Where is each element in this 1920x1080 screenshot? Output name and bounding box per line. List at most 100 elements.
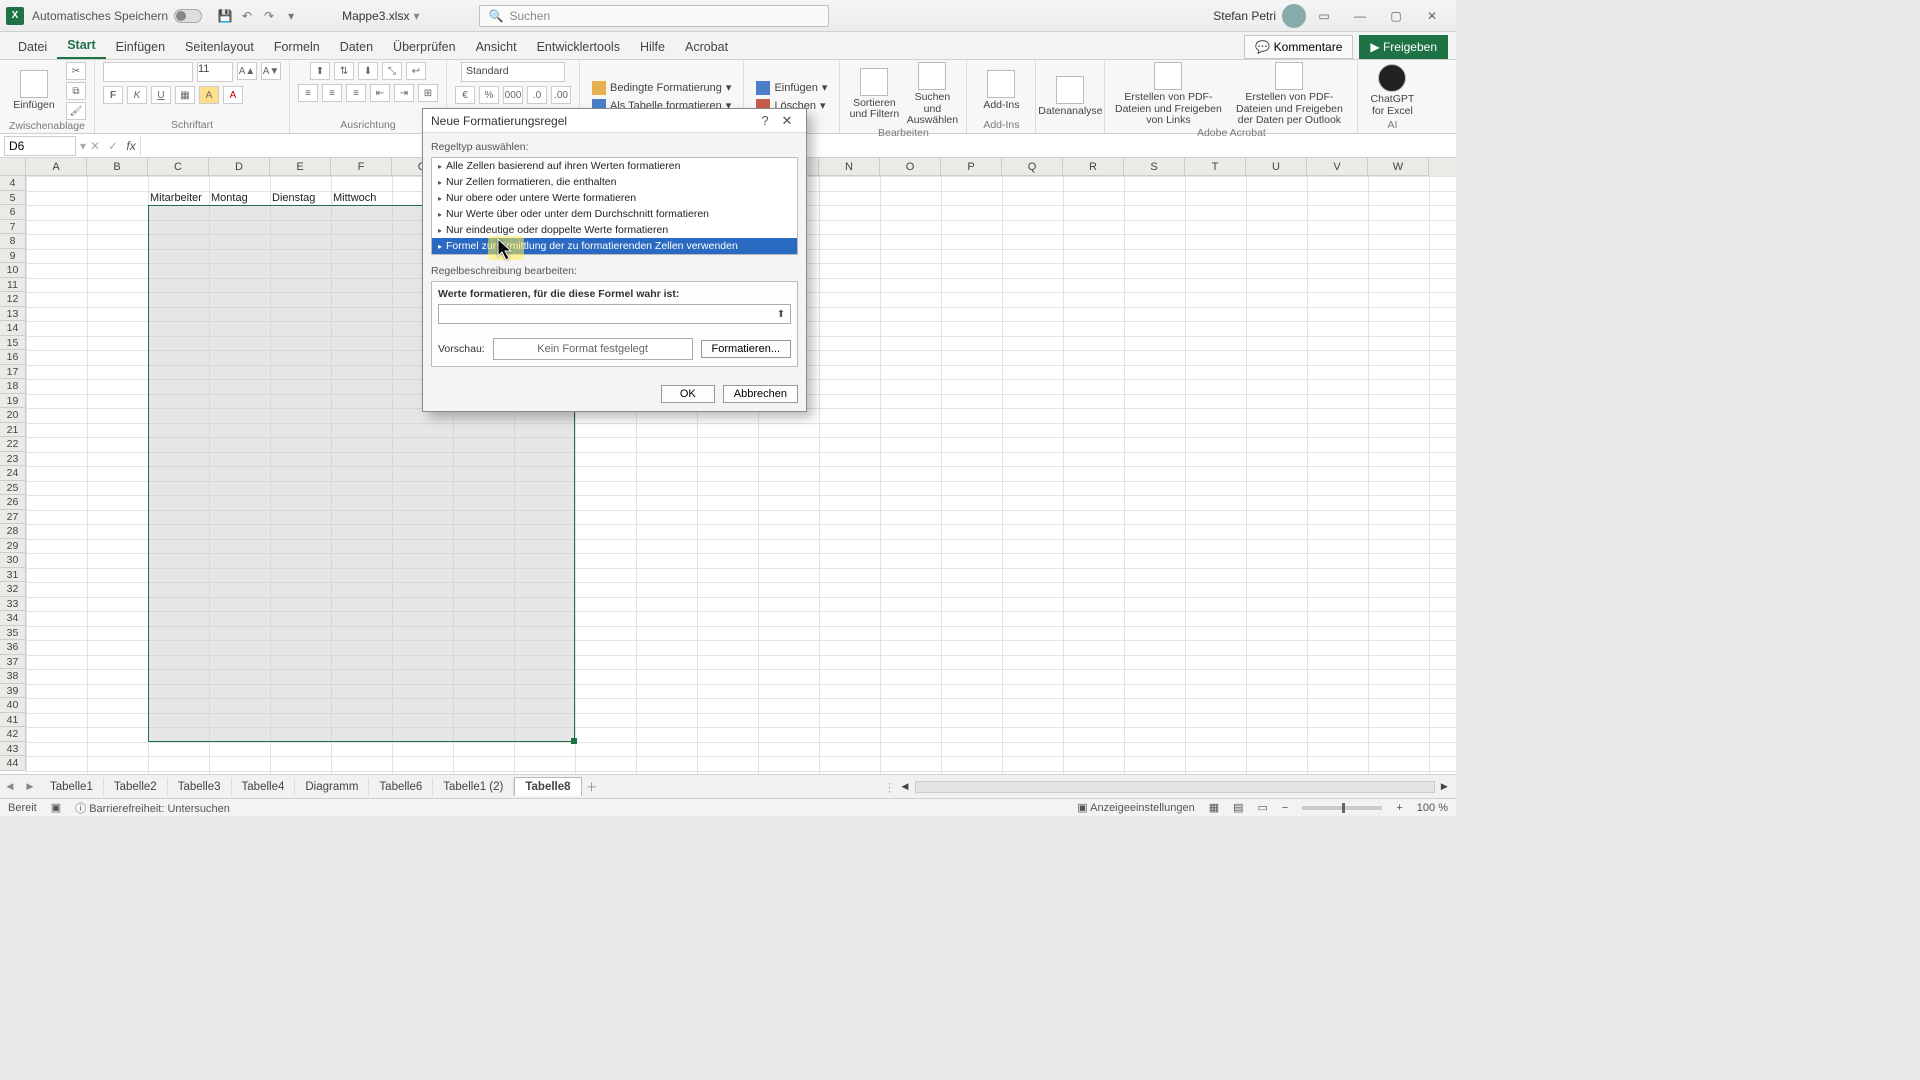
sheet-nav-next-icon[interactable]: ► (20, 781, 40, 793)
minimize-icon[interactable]: — (1342, 9, 1378, 23)
col-header-D[interactable]: D (209, 158, 270, 176)
format-button[interactable]: Formatieren... (701, 340, 791, 358)
share-button[interactable]: ▶ Freigeben (1359, 35, 1448, 59)
horizontal-scrollbar[interactable]: ⋮ ◄ ► (602, 780, 1456, 794)
orientation-icon[interactable]: ⤡ (382, 62, 402, 80)
rule-type-item[interactable]: Nur Werte über oder unter dem Durchschni… (432, 206, 797, 222)
align-left-icon[interactable]: ≡ (298, 84, 318, 102)
row-header[interactable]: 20 (0, 408, 26, 423)
scroll-right-icon[interactable]: ► (1439, 781, 1450, 793)
tab-datei[interactable]: Datei (8, 35, 57, 59)
row-header[interactable]: 41 (0, 713, 26, 728)
name-box[interactable]: D6 (4, 136, 76, 156)
align-top-icon[interactable]: ⬆ (310, 62, 330, 80)
add-sheet-button[interactable]: ＋ (582, 779, 602, 795)
zoom-out-icon[interactable]: − (1282, 802, 1288, 814)
row-header[interactable]: 6 (0, 205, 26, 220)
tab-hilfe[interactable]: Hilfe (630, 35, 675, 59)
qat-dropdown-icon[interactable]: ▾ (280, 9, 302, 23)
sheet-tab[interactable]: Tabelle2 (104, 778, 168, 796)
align-right-icon[interactable]: ≡ (346, 84, 366, 102)
indent-more-icon[interactable]: ⇥ (394, 84, 414, 102)
display-settings-button[interactable]: ▣ Anzeigeeinstellungen (1077, 801, 1194, 814)
col-header-O[interactable]: O (880, 158, 941, 176)
dialog-titlebar[interactable]: Neue Formatierungsregel ? ✕ (423, 109, 806, 133)
row-header[interactable]: 29 (0, 539, 26, 554)
ribbon-mode-icon[interactable]: ▭ (1306, 9, 1342, 23)
row-header[interactable]: 34 (0, 611, 26, 626)
tab-entwicklertools[interactable]: Entwicklertools (527, 35, 630, 59)
find-select-button[interactable]: Suchen und Auswählen (906, 62, 958, 127)
row-header[interactable]: 31 (0, 568, 26, 583)
row-header[interactable]: 35 (0, 626, 26, 641)
insert-cells-button[interactable]: Einfügen ▾ (752, 80, 831, 96)
view-normal-icon[interactable]: ▦ (1209, 801, 1219, 814)
row-header[interactable]: 30 (0, 553, 26, 568)
wrap-text-icon[interactable]: ↩ (406, 62, 426, 80)
chatgpt-button[interactable]: ChatGPT for Excel (1366, 64, 1418, 117)
cancel-formula-icon[interactable]: ✕ (86, 139, 104, 153)
number-format-dropdown[interactable]: Standard (461, 62, 565, 82)
conditional-formatting-button[interactable]: Bedingte Formatierung ▾ (588, 80, 735, 96)
dialog-close-icon[interactable]: ✕ (776, 113, 798, 129)
rule-type-item[interactable]: Nur obere oder untere Werte formatieren (432, 190, 797, 206)
ok-button[interactable]: OK (661, 385, 715, 403)
row-header[interactable]: 13 (0, 307, 26, 322)
row-header[interactable]: 18 (0, 379, 26, 394)
sheet-tab[interactable]: Tabelle8 (514, 777, 581, 796)
enter-formula-icon[interactable]: ✓ (104, 139, 122, 153)
scroll-left-icon[interactable]: ◄ (899, 781, 910, 793)
dec-decimal-icon[interactable]: .00 (551, 86, 571, 104)
close-icon[interactable]: ✕ (1414, 9, 1450, 23)
row-header[interactable]: 15 (0, 336, 26, 351)
acrobat-outlook-button[interactable]: Erstellen von PDF-Dateien und Freigeben … (1229, 62, 1349, 127)
view-layout-icon[interactable]: ▤ (1233, 801, 1243, 814)
comments-button[interactable]: 💬 Kommentare (1244, 35, 1353, 59)
rule-type-item[interactable]: Nur Zellen formatieren, die enthalten (432, 174, 797, 190)
view-pagebreak-icon[interactable]: ▭ (1258, 801, 1268, 814)
row-header[interactable]: 4 (0, 176, 26, 191)
font-name-dropdown[interactable] (103, 62, 193, 82)
row-header[interactable]: 19 (0, 394, 26, 409)
italic-icon[interactable]: K (127, 86, 147, 104)
bold-icon[interactable]: F (103, 86, 123, 104)
fill-color-icon[interactable]: A (199, 86, 219, 104)
col-header-V[interactable]: V (1307, 158, 1368, 176)
row-header[interactable]: 43 (0, 742, 26, 757)
percent-icon[interactable]: % (479, 86, 499, 104)
tab-start[interactable]: Start (57, 33, 105, 59)
row-header[interactable]: 10 (0, 263, 26, 278)
sheet-tab[interactable]: Tabelle4 (232, 778, 296, 796)
sheet-tab[interactable]: Tabelle3 (168, 778, 232, 796)
col-header-B[interactable]: B (87, 158, 148, 176)
sheet-tab[interactable]: Tabelle1 (2) (433, 778, 514, 796)
row-header[interactable]: 26 (0, 495, 26, 510)
row-header[interactable]: 11 (0, 278, 26, 293)
row-header[interactable]: 40 (0, 698, 26, 713)
data-analysis-button[interactable]: Datenanalyse (1044, 76, 1096, 118)
acrobat-create-button[interactable]: Erstellen von PDF-Dateien und Freigeben … (1113, 62, 1223, 127)
rule-type-item[interactable]: Alle Zellen basierend auf ihren Werten f… (432, 158, 797, 174)
dialog-help-icon[interactable]: ? (754, 113, 776, 128)
col-header-E[interactable]: E (270, 158, 331, 176)
paste-button[interactable]: Einfügen (8, 70, 60, 112)
sheet-tab[interactable]: Tabelle6 (369, 778, 433, 796)
qat-redo-icon[interactable]: ↷ (258, 9, 280, 23)
tab-acrobat[interactable]: Acrobat (675, 35, 738, 59)
col-header-Q[interactable]: Q (1002, 158, 1063, 176)
sort-filter-button[interactable]: Sortieren und Filtern (848, 68, 900, 121)
row-header[interactable]: 38 (0, 669, 26, 684)
sheet-tab[interactable]: Tabelle1 (40, 778, 104, 796)
col-header-A[interactable]: A (26, 158, 87, 176)
autosave-toggle[interactable]: Automatisches Speichern (32, 9, 202, 23)
fx-icon[interactable]: fx (122, 139, 140, 153)
font-color-icon[interactable]: A (223, 86, 243, 104)
col-header-F[interactable]: F (331, 158, 392, 176)
row-header[interactable]: 36 (0, 640, 26, 655)
row-header[interactable]: 28 (0, 524, 26, 539)
thousand-icon[interactable]: 000 (503, 86, 523, 104)
col-header-T[interactable]: T (1185, 158, 1246, 176)
row-header[interactable]: 5 (0, 191, 26, 206)
row-header[interactable]: 22 (0, 437, 26, 452)
qat-save-icon[interactable]: 💾 (214, 9, 236, 23)
